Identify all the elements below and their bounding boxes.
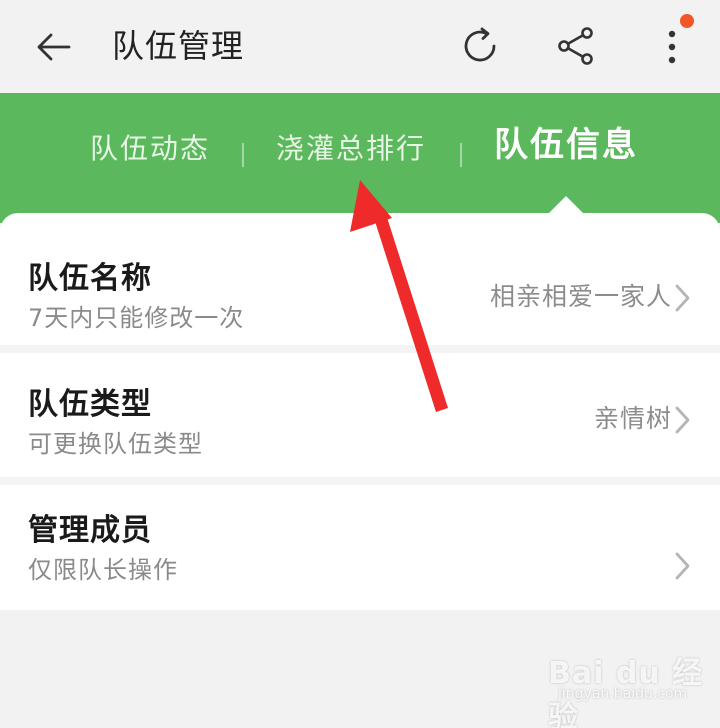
list-item-team-type[interactable]: 队伍类型 可更换队伍类型 亲情树 bbox=[0, 355, 720, 481]
tab-bar: 队伍动态 浇灌总排行 队伍信息 bbox=[0, 93, 720, 223]
team-management-screen: 队伍管理 队伍动态 浇灌总排行 队伍信息 队伍名称 7天内只能修改一次 相亲相爱… bbox=[0, 0, 720, 728]
baidu-jingyan-watermark: Bai du 经验 jingyan.baidu.com bbox=[548, 648, 708, 728]
watermark-url: jingyan.baidu.com bbox=[558, 686, 688, 702]
more-options-button[interactable] bbox=[648, 20, 696, 72]
team-info-list: 队伍名称 7天内只能修改一次 相亲相爱一家人 队伍类型 可更换队伍类型 亲情树 … bbox=[0, 213, 720, 610]
tab-watering-ranking[interactable]: 浇灌总排行 bbox=[276, 127, 426, 171]
row-title: 队伍类型 bbox=[28, 387, 152, 422]
chevron-right-icon bbox=[675, 552, 690, 580]
row-subtitle: 可更换队伍类型 bbox=[28, 430, 203, 458]
chevron-right-icon bbox=[675, 284, 690, 312]
row-title: 队伍名称 bbox=[28, 261, 152, 296]
tab-team-activity[interactable]: 队伍动态 bbox=[90, 127, 210, 171]
back-button[interactable] bbox=[26, 22, 82, 72]
list-item-manage-members[interactable]: 管理成员 仅限队长操作 bbox=[0, 483, 720, 609]
tab-team-info[interactable]: 队伍信息 bbox=[494, 123, 638, 167]
share-button[interactable] bbox=[550, 20, 602, 72]
row-value: 相亲相爱一家人 bbox=[489, 282, 672, 311]
refresh-button[interactable] bbox=[454, 20, 506, 72]
row-subtitle: 仅限队长操作 bbox=[28, 556, 178, 584]
refresh-icon bbox=[464, 27, 496, 62]
more-vertical-icon bbox=[668, 30, 676, 64]
list-item-team-name[interactable]: 队伍名称 7天内只能修改一次 相亲相爱一家人 bbox=[0, 213, 720, 339]
row-value: 亲情树 bbox=[593, 404, 672, 433]
notification-badge bbox=[680, 14, 694, 28]
back-arrow-icon bbox=[37, 33, 71, 61]
tab-separator bbox=[460, 143, 462, 167]
share-icon bbox=[558, 27, 593, 65]
row-title: 管理成员 bbox=[28, 513, 152, 548]
page-title: 队伍管理 bbox=[112, 27, 245, 65]
tab-separator bbox=[242, 143, 244, 167]
chevron-right-icon bbox=[675, 406, 690, 434]
row-subtitle: 7天内只能修改一次 bbox=[28, 304, 245, 332]
active-tab-indicator bbox=[548, 196, 584, 214]
divider bbox=[0, 345, 720, 353]
top-app-bar: 队伍管理 bbox=[0, 0, 720, 93]
